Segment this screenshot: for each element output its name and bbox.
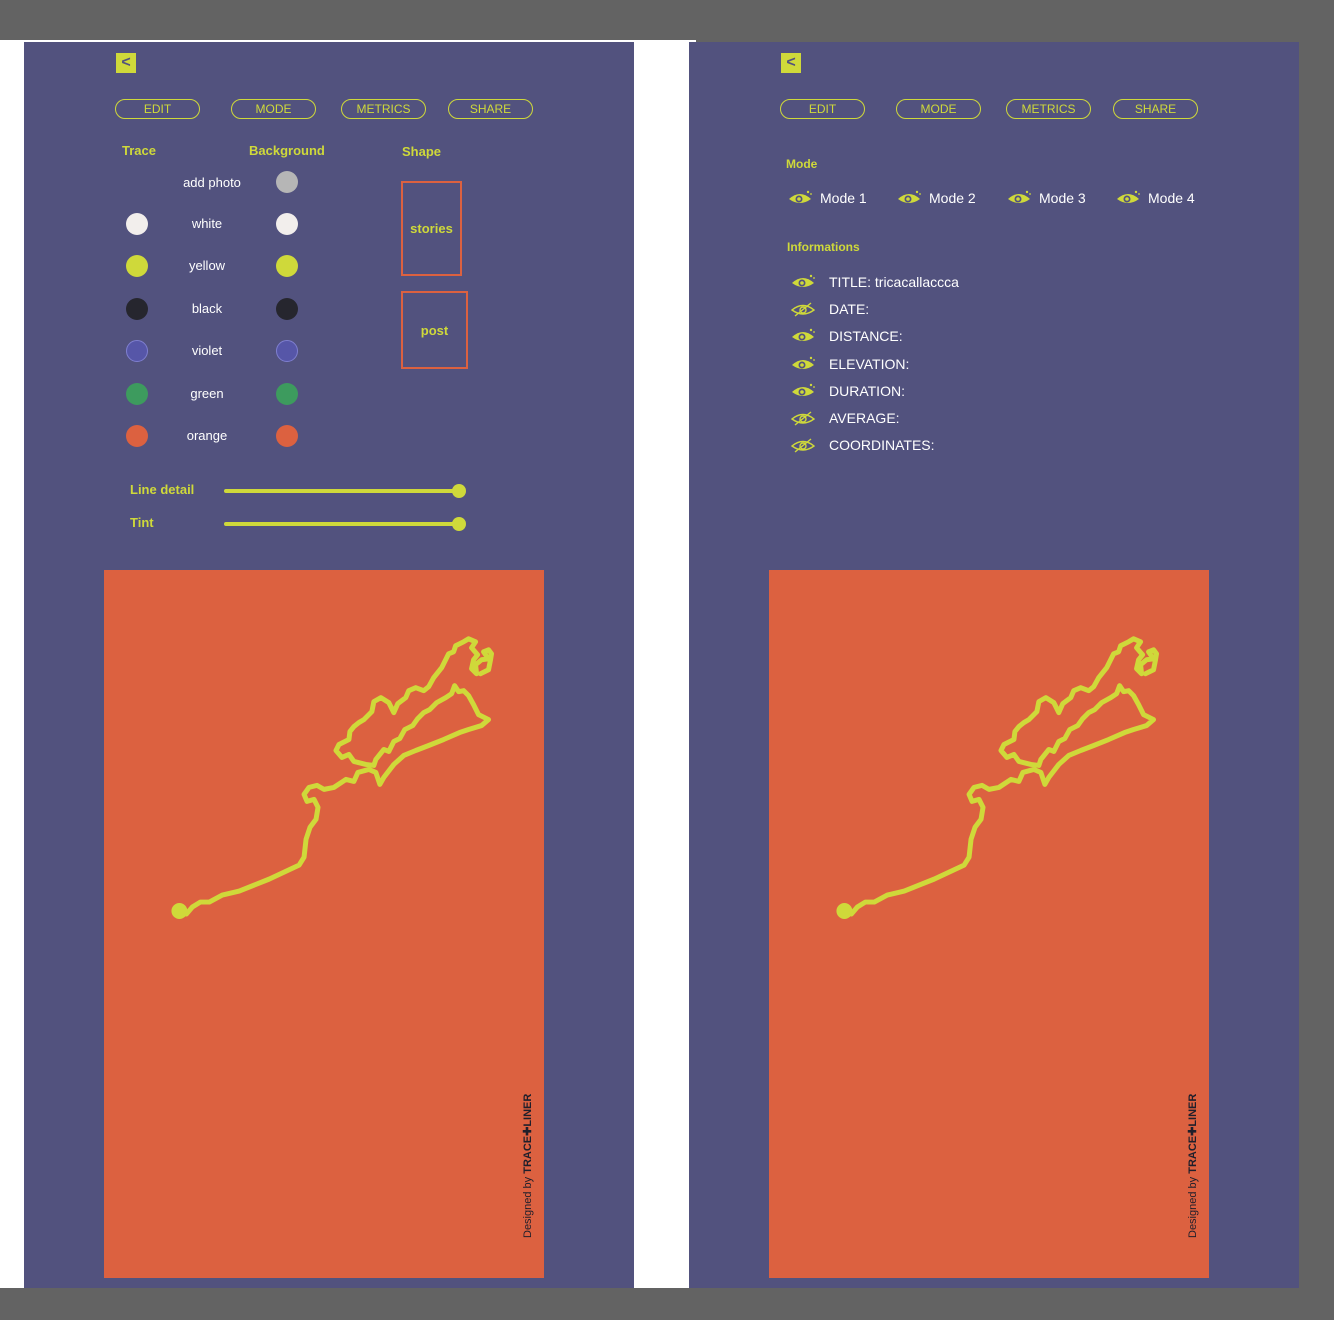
- eye-icon: [791, 328, 815, 344]
- shape-stories-button[interactable]: stories: [401, 181, 462, 276]
- share-button[interactable]: SHARE: [1113, 99, 1198, 119]
- edit-button[interactable]: EDIT: [115, 99, 200, 119]
- poster-credit: Designed by TRACE✚LINER: [522, 1093, 534, 1238]
- background-color-swatch-green[interactable]: [276, 383, 298, 405]
- info-label: DURATION:: [829, 382, 905, 399]
- color-label-black: black: [191, 301, 223, 316]
- info-label: TITLE: tricacallaccca: [829, 274, 959, 290]
- right-screen: < EDIT MODE METRICS SHARE Mode Informati…: [689, 42, 1299, 1288]
- trace-color-swatch-orange[interactable]: [126, 425, 148, 447]
- mode-label: Mode 4: [1148, 190, 1195, 206]
- artboard-right: [636, 40, 696, 1288]
- shape-header: Shape: [402, 144, 442, 159]
- eye-icon: [791, 274, 815, 290]
- color-label-violet: violet: [191, 343, 223, 358]
- back-button[interactable]: <: [116, 53, 136, 73]
- info-toggle-duration[interactable]: DURATION:: [791, 383, 905, 399]
- mode-label: Mode 1: [820, 190, 867, 206]
- edit-button[interactable]: EDIT: [780, 99, 865, 119]
- back-button[interactable]: <: [781, 53, 801, 73]
- color-label-green: green: [190, 386, 224, 401]
- background-photo-swatch[interactable]: [276, 171, 298, 193]
- mode-button[interactable]: MODE: [231, 99, 316, 119]
- mode-option-2[interactable]: Mode 2: [897, 190, 976, 206]
- mode-label: Mode 3: [1039, 190, 1086, 206]
- add-photo-label: add photo: [183, 175, 241, 190]
- line-detail-label: Line detail: [130, 482, 195, 497]
- eye-icon: [791, 356, 815, 372]
- line-detail-slider-knob[interactable]: [452, 484, 466, 498]
- background-color-swatch-white[interactable]: [276, 213, 298, 235]
- route-trace: [104, 570, 544, 1278]
- eye-icon: [897, 190, 921, 206]
- info-label: DISTANCE:: [829, 328, 903, 345]
- mode-option-3[interactable]: Mode 3: [1007, 190, 1086, 206]
- eye-icon: [788, 190, 812, 206]
- tint-slider-knob[interactable]: [452, 517, 466, 531]
- informations-header: Informations: [787, 240, 860, 254]
- metrics-button[interactable]: METRICS: [1006, 99, 1091, 119]
- color-label-white: white: [191, 216, 223, 231]
- trace-color-swatch-white[interactable]: [126, 213, 148, 235]
- eye-slash-icon: [791, 301, 815, 317]
- info-toggle-elevation[interactable]: ELEVATION:: [791, 356, 909, 372]
- trace-header: Trace: [122, 143, 156, 158]
- info-toggle-average[interactable]: AVERAGE:: [791, 410, 900, 426]
- shape-post-button[interactable]: post: [401, 291, 468, 369]
- line-detail-slider[interactable]: [224, 489, 459, 493]
- background-color-swatch-violet[interactable]: [276, 340, 298, 362]
- trace-color-swatch-yellow[interactable]: [126, 255, 148, 277]
- eye-icon: [1116, 190, 1140, 206]
- route-trace: [769, 570, 1209, 1278]
- poster-credit: Designed by TRACE✚LINER: [1187, 1093, 1199, 1238]
- eye-slash-icon: [791, 410, 815, 426]
- info-label: ELEVATION:: [829, 355, 910, 372]
- mode-option-4[interactable]: Mode 4: [1116, 190, 1195, 206]
- trace-color-swatch-black[interactable]: [126, 298, 148, 320]
- background-color-swatch-yellow[interactable]: [276, 255, 298, 277]
- info-toggle-distance[interactable]: DISTANCE:: [791, 328, 903, 344]
- eye-icon: [1007, 190, 1031, 206]
- poster-preview: Designed by TRACE✚LINER: [769, 570, 1209, 1278]
- share-button[interactable]: SHARE: [448, 99, 533, 119]
- info-label: DATE:: [829, 301, 870, 318]
- info-label: COORDINATES:: [829, 437, 935, 454]
- background-color-swatch-black[interactable]: [276, 298, 298, 320]
- trace-color-swatch-green[interactable]: [126, 383, 148, 405]
- metrics-button[interactable]: METRICS: [341, 99, 426, 119]
- info-toggle-date[interactable]: DATE:: [791, 301, 869, 317]
- mode-button[interactable]: MODE: [896, 99, 981, 119]
- mode-option-1[interactable]: Mode 1: [788, 190, 867, 206]
- poster-preview: Designed by TRACE✚LINER: [104, 570, 544, 1278]
- tint-slider[interactable]: [224, 522, 459, 526]
- trace-color-swatch-violet[interactable]: [126, 340, 148, 362]
- eye-slash-icon: [791, 437, 815, 453]
- info-toggle-title[interactable]: TITLE: tricacallaccca: [791, 274, 959, 290]
- mode-header: Mode: [786, 157, 818, 171]
- background-header: Background: [249, 143, 325, 158]
- mode-label: Mode 2: [929, 190, 976, 206]
- color-label-yellow: yellow: [188, 258, 226, 273]
- tint-label: Tint: [130, 515, 154, 530]
- eye-icon: [791, 383, 815, 399]
- left-screen: < EDIT MODE METRICS SHARE Trace Backgrou…: [24, 42, 634, 1288]
- info-label: AVERAGE:: [829, 410, 900, 426]
- background-color-swatch-orange[interactable]: [276, 425, 298, 447]
- info-toggle-coordinates[interactable]: COORDINATES:: [791, 437, 935, 453]
- color-label-orange: orange: [186, 428, 228, 443]
